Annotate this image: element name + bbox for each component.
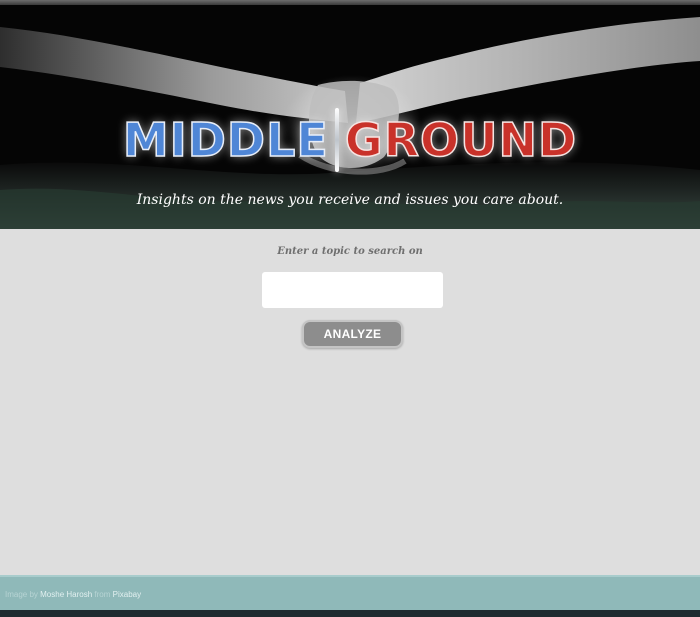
hero-banner: MIDDLE GROUND Insights on the news you re… (0, 5, 700, 229)
logo-divider (334, 108, 339, 172)
credit-author-link[interactable]: Moshe Harosh (40, 590, 92, 599)
search-prompt: Enter a topic to search on (277, 246, 423, 257)
bottom-strip (0, 610, 700, 617)
footer: Image by Moshe Harosh from Pixabay (0, 575, 700, 610)
analyze-button[interactable]: ANALYZE (302, 320, 403, 348)
site-logo: MIDDLE GROUND (0, 108, 700, 172)
credit-source-link[interactable]: Pixabay (113, 590, 141, 599)
image-credit: Image by Moshe Harosh from Pixabay (5, 590, 141, 599)
topic-search-input[interactable] (262, 272, 443, 308)
search-panel: Enter a topic to search on ANALYZE (0, 229, 700, 575)
credit-prefix: Image by (5, 590, 38, 599)
credit-middle: from (94, 590, 111, 599)
logo-text-middle: MIDDLE (122, 112, 329, 168)
logo-text-ground: GROUND (344, 112, 578, 168)
hero-tagline: Insights on the news you receive and iss… (136, 192, 564, 208)
